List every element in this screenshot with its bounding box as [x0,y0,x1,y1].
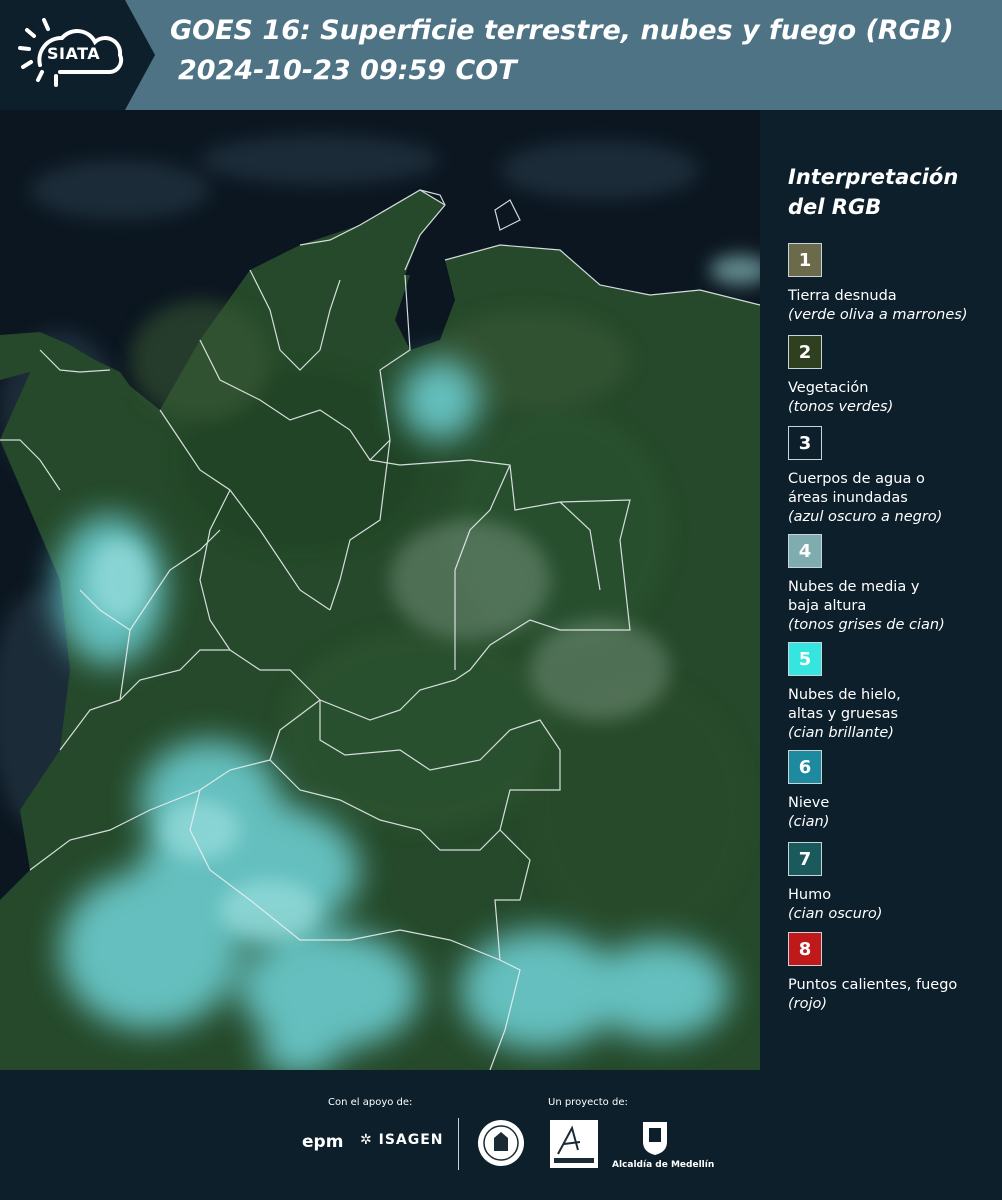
legend-number: 4 [798,540,812,562]
legend-item-water: 3 Cuerpos de agua o áreas inundadas (azu… [788,426,998,527]
seal-icon[interactable] [476,1118,526,1168]
legend-swatch: 4 [788,534,822,568]
alcaldia-logo-text: Alcaldía de Medellín [612,1160,715,1170]
legend-label-line: baja altura [788,598,867,614]
legend-swatch: 6 [788,750,822,784]
legend-label-line: áreas inundadas [788,490,908,506]
area-metropolitana-logo[interactable] [550,1120,598,1168]
legend-desc: (verde oliva a marrones) [788,307,968,323]
legend-desc: (cian brillante) [788,725,894,741]
legend-swatch: 7 [788,842,822,876]
legend-desc: (cian oscuro) [788,906,883,922]
siata-logo: SIATA [0,0,155,110]
legend-label-line: Nubes de hielo, [788,687,901,703]
legend-label: Vegetación [788,380,869,396]
isagen-text: ISAGEN [378,1132,444,1148]
page-title: GOES 16: Superficie terrestre, nubes y f… [170,15,954,46]
legend-swatch: 5 [788,642,822,676]
legend-label: Nubes de media y baja altura [788,578,998,616]
legend-desc: (rojo) [788,996,828,1012]
escudo-medellin-icon[interactable] [641,1120,669,1156]
legend-swatch: 2 [788,335,822,369]
legend-item-bare-soil: 1 Tierra desnuda (verde oliva a marrones… [788,243,998,325]
legend-number: 2 [798,341,812,363]
isagen-icon: ✲ [360,1132,373,1148]
legend-swatch: 3 [788,426,822,460]
satellite-map[interactable] [0,110,760,1070]
legend-number: 3 [798,432,812,454]
legend-item-snow: 6 Nieve (cian) [788,750,998,832]
legend-label: Humo [788,887,832,903]
legend-item-low-clouds: 4 Nubes de media y baja altura (tonos gr… [788,534,998,635]
legend-label: Nubes de hielo, altas y gruesas [788,686,998,724]
support-label: Con el apoyo de: [328,1097,413,1108]
siata-logo-text: SIATA [47,44,101,63]
legend-swatch: 8 [788,932,822,966]
legend-item-ice-clouds: 5 Nubes de hielo, altas y gruesas (cian … [788,642,998,743]
legend-item-smoke: 7 Humo (cian oscuro) [788,842,998,924]
legend-item-vegetation: 2 Vegetación (tonos verdes) [788,335,998,417]
legend-label-line: altas y gruesas [788,706,899,722]
legend-label: Cuerpos de agua o áreas inundadas [788,470,998,508]
legend-desc: (tonos verdes) [788,399,894,415]
legend-label: Nieve [788,795,830,811]
legend-number: 1 [798,249,812,271]
legend-desc: (cian) [788,814,830,830]
legend-number: 5 [798,648,812,670]
legend-desc: (tonos grises de cian) [788,617,945,633]
legend-number: 8 [798,938,812,960]
footer: Con el apoyo de: Un proyecto de: epm ✲ I… [0,1070,1002,1200]
satellite-map-image [0,110,760,1070]
page-timestamp: 2024-10-23 09:59 COT [178,55,517,86]
isagen-logo[interactable]: ✲ ISAGEN [360,1132,444,1148]
footer-divider [458,1118,459,1170]
header-bar: SIATA GOES 16: Superficie terrestre, nub… [0,0,1002,110]
legend-desc: (azul oscuro a negro) [788,509,943,525]
legend-panel: Interpretación del RGB 1 Tierra desnuda … [760,110,1002,1070]
legend-swatch: 1 [788,243,822,277]
legend-number: 6 [798,756,812,778]
legend-number: 7 [798,848,812,870]
epm-logo[interactable]: epm [302,1132,343,1152]
legend-title: Interpretación del RGB [788,165,959,219]
legend-label-line: Nubes de media y [788,579,920,595]
legend-label: Puntos calientes, fuego [788,977,958,993]
legend-item-fire: 8 Puntos calientes, fuego (rojo) [788,932,998,1014]
project-label: Un proyecto de: [548,1097,628,1108]
legend-label-line: Cuerpos de agua o [788,471,925,487]
legend-label: Tierra desnuda [788,288,897,304]
